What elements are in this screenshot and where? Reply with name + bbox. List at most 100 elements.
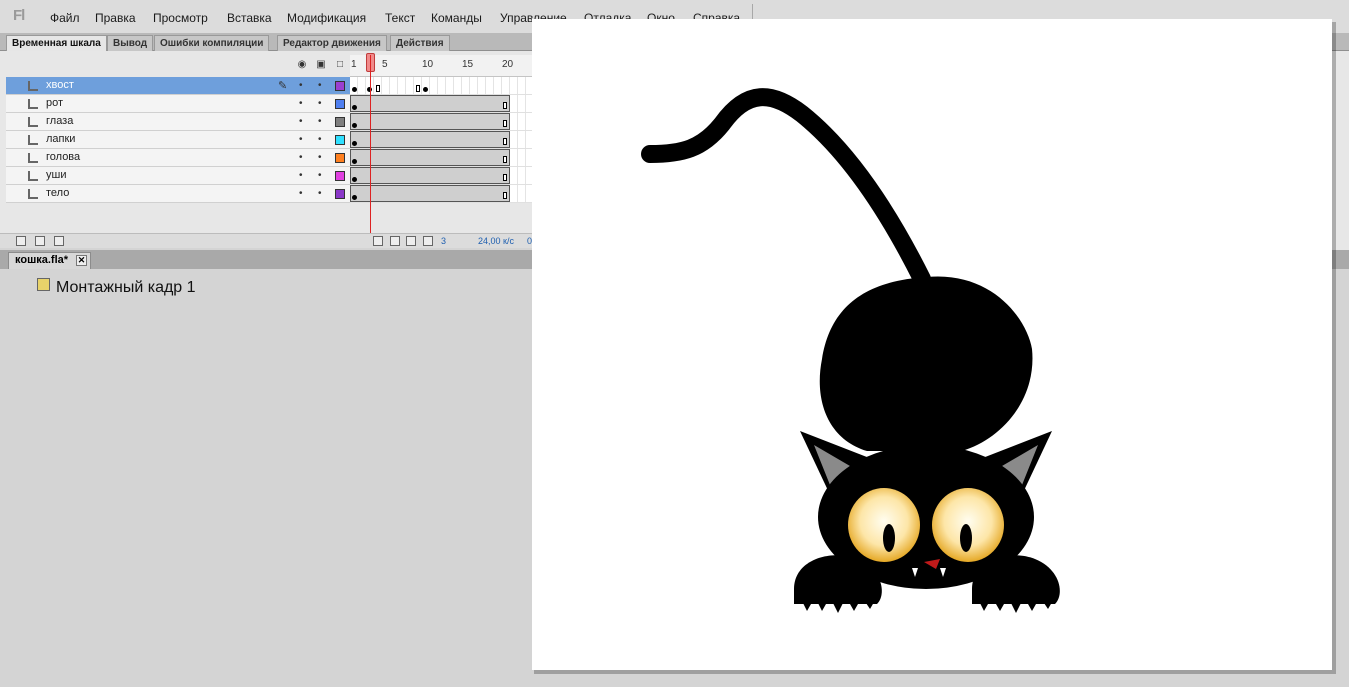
ruler-tick: 10 [422, 59, 434, 70]
frame-span[interactable] [350, 95, 510, 112]
keyframe[interactable] [352, 123, 357, 128]
layer-row[interactable]: рот • • [6, 95, 350, 113]
outline-color-box[interactable] [335, 117, 345, 127]
outline-color-box[interactable] [335, 99, 345, 109]
layer-row[interactable]: глаза • • [6, 113, 350, 131]
visibility-dot[interactable]: • [299, 134, 303, 145]
keyframe[interactable] [352, 87, 357, 92]
menu-text[interactable]: Текст [385, 11, 415, 25]
stage[interactable] [532, 19, 1332, 670]
layer-row[interactable]: лапки • • [6, 131, 350, 149]
onion-outline-icon[interactable] [406, 236, 416, 246]
layer-icon [28, 117, 38, 127]
cat-body[interactable] [819, 276, 1033, 451]
keyframe-end[interactable] [503, 102, 507, 109]
lock-dot[interactable]: • [318, 188, 322, 199]
ruler-tick: 15 [462, 59, 474, 70]
keyframe[interactable] [423, 87, 428, 92]
visibility-dot[interactable]: • [299, 80, 303, 91]
frame-rate[interactable]: 24,00 к/с [478, 236, 514, 246]
layer-icon [28, 135, 38, 145]
document-tab[interactable]: кошка.fla* ✕ [8, 252, 92, 269]
lock-dot[interactable]: • [318, 134, 322, 145]
visibility-dot[interactable]: • [299, 170, 303, 181]
center-frame-icon[interactable] [373, 236, 383, 246]
menu-edit[interactable]: Правка [95, 11, 136, 25]
menu-commands[interactable]: Команды [431, 11, 482, 25]
keyframe-end[interactable] [416, 85, 420, 92]
keyframe[interactable] [352, 195, 357, 200]
visibility-dot[interactable]: • [299, 152, 303, 163]
frame-span[interactable] [350, 185, 510, 202]
outline-color-box[interactable] [335, 189, 345, 199]
scene-icon [37, 278, 50, 291]
layer-icon [28, 171, 38, 181]
close-icon[interactable]: ✕ [76, 255, 88, 266]
new-folder-icon[interactable] [35, 236, 45, 246]
menu-file[interactable]: Файл [50, 11, 80, 25]
outline-color-box[interactable] [335, 135, 345, 145]
keyframe-end[interactable] [376, 85, 380, 92]
keyframe[interactable] [352, 105, 357, 110]
lock-dot[interactable]: • [318, 98, 322, 109]
tab-motion-editor[interactable]: Редактор движения [277, 35, 387, 51]
cat-eye-left[interactable] [848, 488, 920, 562]
ruler-tick: 1 [351, 59, 357, 70]
eye-icon[interactable]: ◉ [296, 59, 308, 71]
lock-icon[interactable]: ▣ [315, 59, 327, 71]
outline-icon[interactable]: □ [334, 59, 346, 71]
lock-dot[interactable]: • [318, 152, 322, 163]
layer-row[interactable]: хвост ✎ • • [6, 77, 350, 95]
tab-timeline[interactable]: Временная шкала [6, 35, 107, 51]
keyframe[interactable] [352, 177, 357, 182]
outline-color-box[interactable] [335, 153, 345, 163]
current-frame[interactable]: 3 [441, 236, 446, 246]
outline-color-box[interactable] [335, 81, 345, 91]
cat-artwork[interactable] [532, 19, 1332, 670]
keyframe[interactable] [352, 141, 357, 146]
layer-list: хвост ✎ • • рот • • глаза • • лапки • • [6, 77, 350, 203]
lock-dot[interactable]: • [318, 116, 322, 127]
flash-logo: Fl [13, 7, 25, 24]
keyframe-end[interactable] [503, 156, 507, 163]
lock-dot[interactable]: • [318, 170, 322, 181]
layer-icon [28, 153, 38, 163]
cat-claws-left [800, 597, 877, 613]
visibility-dot[interactable]: • [299, 116, 303, 127]
menu-view[interactable]: Просмотр [153, 11, 208, 25]
pencil-icon: ✎ [278, 80, 288, 92]
menu-insert[interactable]: Вставка [227, 11, 272, 25]
edit-frames-icon[interactable] [423, 236, 433, 246]
trash-icon[interactable] [54, 236, 64, 246]
visibility-dot[interactable]: • [299, 98, 303, 109]
cat-tail[interactable] [641, 88, 931, 288]
layer-name: голова [46, 151, 81, 163]
frame-span[interactable] [350, 113, 510, 130]
scene-name[interactable]: Монтажный кадр 1 [56, 279, 196, 297]
layer-icon [28, 99, 38, 109]
frame-span[interactable] [350, 167, 510, 184]
new-layer-icon[interactable] [16, 236, 26, 246]
keyframe-end[interactable] [503, 174, 507, 181]
lock-dot[interactable]: • [318, 80, 322, 91]
tab-output[interactable]: Вывод [107, 35, 154, 51]
layer-row[interactable]: тело • • [6, 185, 350, 203]
onion-skin-icon[interactable] [390, 236, 400, 246]
outline-color-box[interactable] [335, 171, 345, 181]
menu-modify[interactable]: Модификация [287, 11, 366, 25]
keyframe-end[interactable] [503, 120, 507, 127]
layer-row[interactable]: голова • • [6, 149, 350, 167]
tab-compiler-errors[interactable]: Ошибки компиляции [154, 35, 270, 51]
keyframe-end[interactable] [503, 138, 507, 145]
frame-span[interactable] [350, 149, 510, 166]
cat-claws-right [977, 597, 1055, 613]
visibility-dot[interactable]: • [299, 188, 303, 199]
ruler-tick: 20 [502, 59, 514, 70]
playhead-line [370, 55, 371, 245]
frame-span[interactable] [350, 131, 510, 148]
tab-actions[interactable]: Действия [390, 35, 450, 51]
layer-row[interactable]: уши • • [6, 167, 350, 185]
layer-name: уши [46, 169, 67, 181]
keyframe[interactable] [352, 159, 357, 164]
keyframe-end[interactable] [503, 192, 507, 199]
